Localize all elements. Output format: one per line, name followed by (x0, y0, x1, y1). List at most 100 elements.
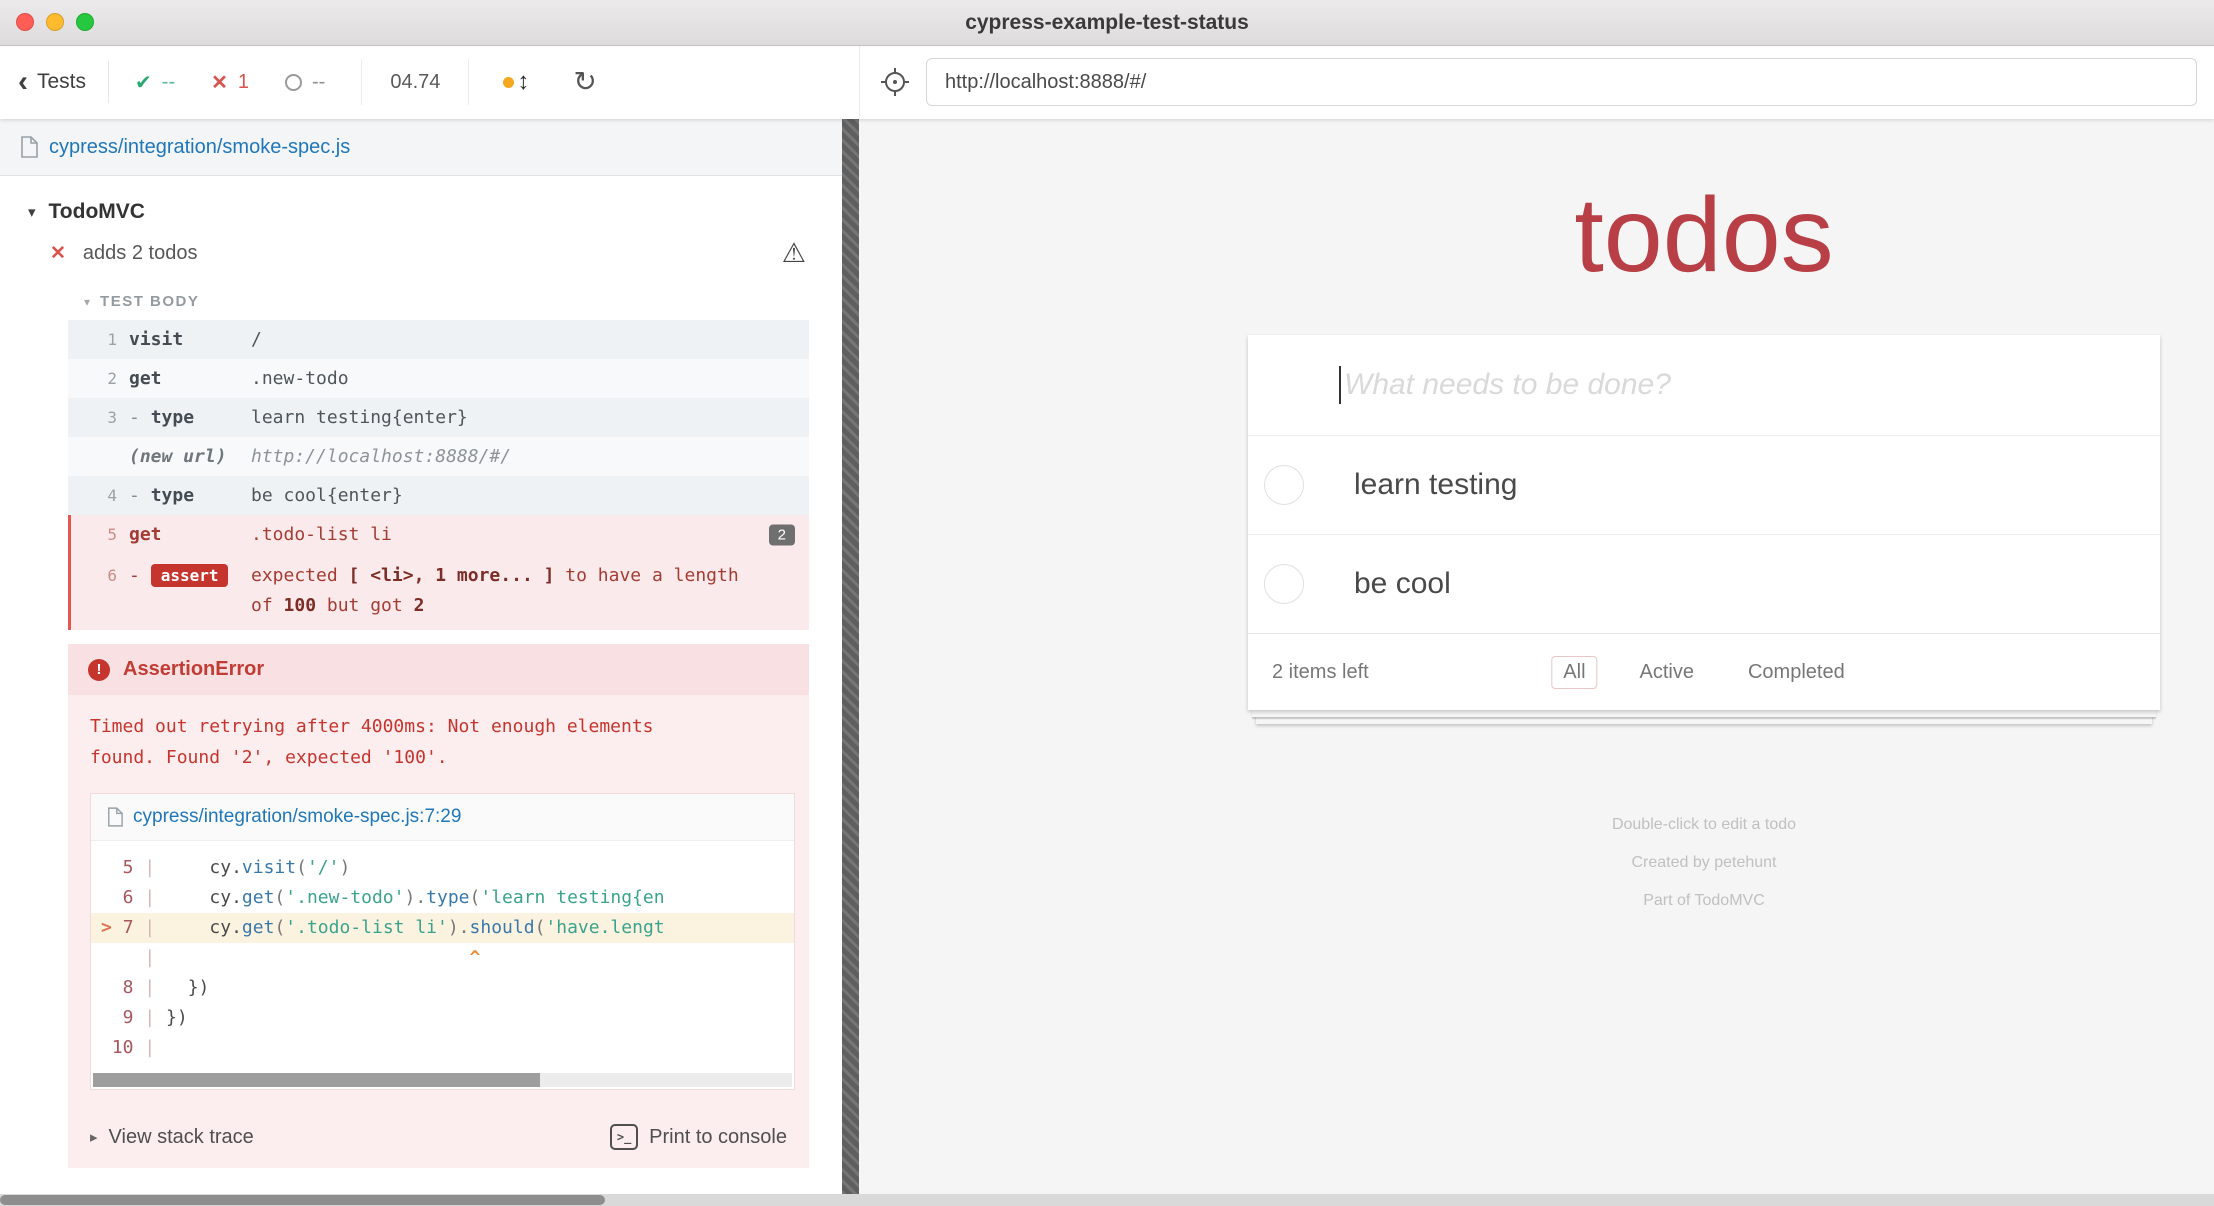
view-stack-trace-label: View stack trace (109, 1126, 254, 1149)
file-icon (107, 807, 123, 827)
code-line: 10 | (91, 1033, 794, 1063)
todo-footer: 2 items left AllActiveCompleted (1248, 633, 2160, 710)
command-log: 1visit/2get.new-todo3- typelearn testing… (68, 320, 809, 630)
test-duration: 04.74 (361, 59, 469, 105)
command-message: be cool{enter} (251, 485, 809, 506)
filter-completed[interactable]: Completed (1736, 656, 1857, 689)
reporter-panel: cypress/integration/smoke-spec.js ▾ Todo… (0, 119, 842, 1194)
todo-app: todos learn testingbe cool 2 items left … (1248, 179, 2160, 920)
command-name: get (129, 368, 251, 389)
selector-playground-button[interactable] (880, 67, 910, 97)
todo-card: learn testingbe cool 2 items left AllAct… (1248, 335, 2160, 710)
toolbar-divider (108, 61, 109, 103)
check-icon: ✔ (135, 70, 152, 95)
info-line: Part of TodoMVC (1248, 882, 2160, 920)
failed-count: 1 (238, 71, 249, 94)
auto-scroll-toggle[interactable]: ↕ (503, 68, 529, 96)
info-line: Double-click to edit a todo (1248, 806, 2160, 844)
code-frame-scrollbar-thumb[interactable] (93, 1073, 540, 1087)
crosshair-icon (880, 67, 910, 97)
command-row[interactable]: 1visit/ (68, 320, 809, 359)
todo-label[interactable]: be cool (1354, 567, 1451, 601)
todo-label[interactable]: learn testing (1354, 468, 1517, 502)
new-todo-input[interactable] (1248, 335, 2160, 435)
chevron-left-icon: ‹ (18, 72, 28, 92)
url-bar[interactable]: http://localhost:8888/#/ (926, 58, 2197, 106)
spec-file-link[interactable]: cypress/integration/smoke-spec.js (49, 136, 350, 159)
view-stack-trace-toggle[interactable]: ▸ View stack trace (90, 1126, 254, 1149)
command-name: - type (129, 407, 251, 428)
passed-stat[interactable]: ✔ -- (135, 70, 175, 95)
pending-count: -- (312, 71, 325, 94)
file-icon (20, 136, 38, 158)
todo-info: Double-click to edit a todoCreated by pe… (1248, 806, 2160, 920)
error-footer: ▸ View stack trace >_ Print to console (68, 1110, 809, 1168)
code-frame-body: 5 | cy.visit('/') 6 | cy.get('.new-todo'… (91, 841, 794, 1067)
back-to-tests-button[interactable]: ‹ Tests (18, 70, 86, 94)
command-message: / (251, 329, 809, 350)
test-body-section-toggle[interactable]: ▾ TEST BODY (84, 293, 842, 310)
pending-stat[interactable]: -- (285, 71, 325, 94)
panel-resize-handle[interactable] (842, 119, 859, 1194)
up-down-arrow-icon: ↕ (517, 68, 529, 96)
caret-down-icon: ▾ (84, 295, 90, 309)
refresh-button[interactable]: ↻ (573, 68, 596, 96)
horizontal-scrollbar-thumb[interactable] (0, 1195, 605, 1205)
command-message: http://localhost:8888/#/ (251, 446, 809, 467)
code-frame: cypress/integration/smoke-spec.js:7:29 5… (90, 793, 795, 1090)
pending-circle-icon (285, 74, 302, 91)
code-line: 8 | }) (91, 973, 794, 1003)
code-line: > 7 | cy.get('.todo-list li').should('ha… (91, 913, 794, 943)
filter-active[interactable]: Active (1628, 656, 1706, 689)
command-message: learn testing{enter} (251, 407, 809, 428)
todo-filters: All Active Completed (1551, 656, 1856, 689)
assertion-error-block: ! AssertionError Timed out retrying afte… (68, 644, 809, 1168)
content-area: cypress/integration/smoke-spec.js ▾ Todo… (0, 119, 2214, 1194)
caret-right-icon: ▸ (90, 1128, 98, 1146)
todo-toggle-checkbox[interactable] (1264, 564, 1304, 604)
command-row[interactable]: 5get.todo-list li2 (68, 515, 809, 554)
command-row[interactable]: 3- typelearn testing{enter} (68, 398, 809, 437)
aut-toolbar: http://localhost:8888/#/ (859, 45, 2214, 119)
command-row[interactable]: 2get.new-todo (68, 359, 809, 398)
element-count-badge: 2 (769, 524, 795, 545)
test-header[interactable]: ✕ adds 2 todos ⚠ (0, 242, 842, 265)
failed-stat[interactable]: ✕ 1 (211, 70, 249, 95)
print-to-console-label: Print to console (649, 1126, 787, 1149)
code-frame-scrollbar[interactable] (93, 1073, 792, 1087)
error-header[interactable]: ! AssertionError (68, 644, 809, 695)
suite-header[interactable]: ▾ TodoMVC (0, 176, 842, 224)
warning-icon: ⚠ (782, 238, 806, 269)
horizontal-scrollbar[interactable] (0, 1194, 2214, 1206)
terminal-icon: >_ (610, 1124, 638, 1150)
test-failed-x-icon: ✕ (50, 242, 66, 265)
titlebar: cypress-example-test-status (0, 0, 2214, 46)
error-icon: ! (88, 659, 110, 681)
todo-toggle-checkbox[interactable] (1264, 465, 1304, 505)
command-message: .todo-list li (251, 524, 809, 545)
tests-label: Tests (37, 70, 86, 94)
reporter-toolbar: ‹ Tests ✔ -- ✕ 1 -- 04.74 ↕ ↻ (0, 45, 859, 119)
code-line: 9 | }) (91, 1003, 794, 1033)
code-line: 6 | cy.get('.new-todo').type('learn test… (91, 883, 794, 913)
code-frame-header: cypress/integration/smoke-spec.js:7:29 (91, 794, 794, 841)
command-name: - assert (129, 561, 251, 591)
code-line: 5 | cy.visit('/') (91, 853, 794, 883)
todo-list: learn testing be cool (1248, 435, 2160, 633)
error-name: AssertionError (123, 658, 264, 681)
command-row[interactable]: 6- assertexpected [ <li>, 1 more... ] to… (68, 554, 809, 630)
code-frame-file-link[interactable]: cypress/integration/smoke-spec.js:7:29 (133, 806, 461, 828)
command-message: .new-todo (251, 368, 809, 389)
command-name: (new url) (129, 446, 251, 467)
todo-item: learn testing (1248, 435, 2160, 534)
caret-down-icon: ▾ (28, 203, 36, 221)
new-todo-row (1248, 335, 2160, 435)
filter-all[interactable]: All (1551, 656, 1597, 689)
spec-header: cypress/integration/smoke-spec.js (0, 119, 842, 176)
command-name: - type (129, 485, 251, 506)
command-name: visit (129, 329, 251, 350)
info-line: Created by petehunt (1248, 844, 2160, 882)
command-row[interactable]: 4- typebe cool{enter} (68, 476, 809, 515)
command-row[interactable]: (new url)http://localhost:8888/#/ (68, 437, 809, 476)
print-to-console-button[interactable]: >_ Print to console (610, 1124, 787, 1150)
